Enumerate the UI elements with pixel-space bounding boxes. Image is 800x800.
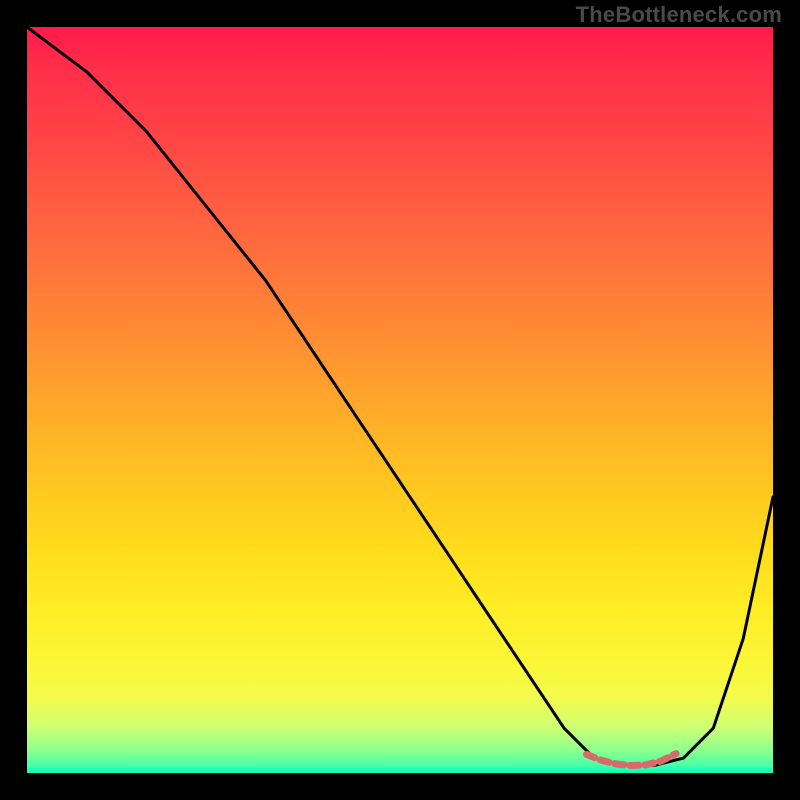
curve-layer xyxy=(27,27,773,773)
bottleneck-curve xyxy=(27,27,773,766)
chart-frame: TheBottleneck.com xyxy=(0,0,800,800)
plot-area xyxy=(27,27,773,773)
watermark-text: TheBottleneck.com xyxy=(576,2,782,28)
optimal-range-highlight xyxy=(587,754,677,766)
